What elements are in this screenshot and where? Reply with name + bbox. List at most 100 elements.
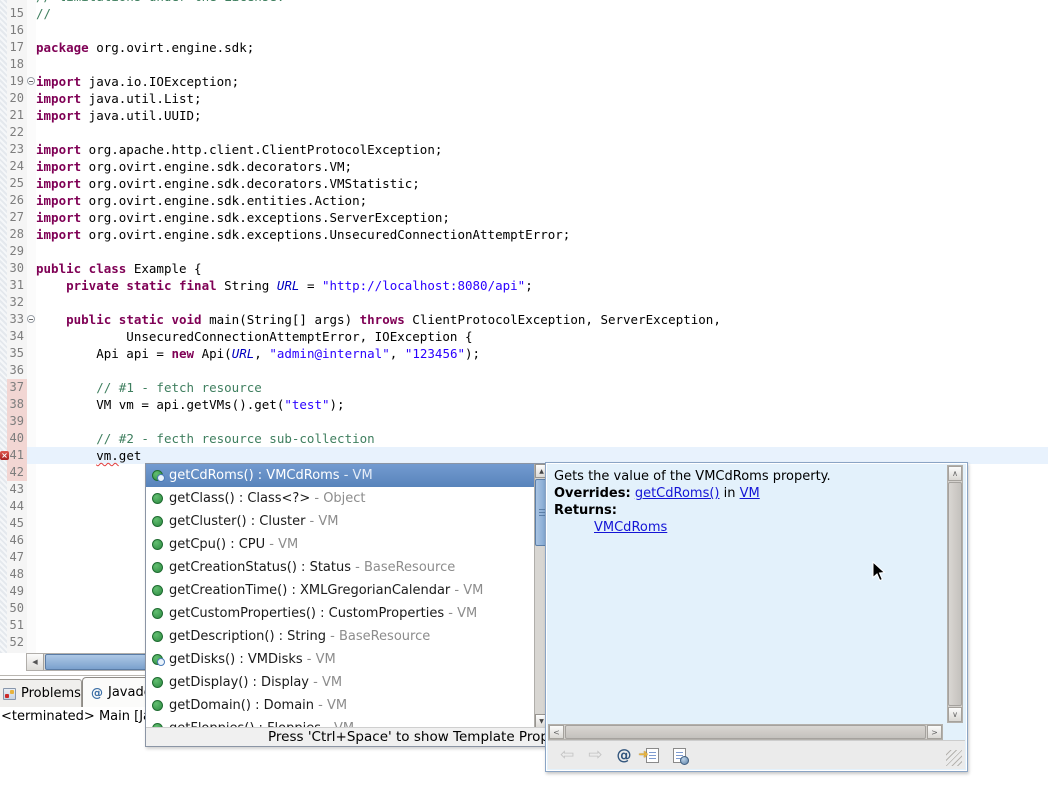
completion-item[interactable]: getCreationStatus() : Status - BaseResou…: [146, 556, 548, 579]
code-line[interactable]: 15//: [0, 5, 1048, 22]
code-line[interactable]: 25import org.ovirt.engine.sdk.decorators…: [0, 175, 1048, 192]
open-declaration-icon[interactable]: ➜: [646, 748, 659, 763]
scrollbar-thumb[interactable]: [565, 725, 926, 739]
fold-column: [27, 532, 36, 549]
returns-type-link[interactable]: VMCdRoms: [594, 520, 667, 535]
code-text: import org.ovirt.engine.sdk.decorators.V…: [36, 158, 1048, 175]
fold-column: [27, 362, 36, 379]
code-line[interactable]: 39: [0, 413, 1048, 430]
code-line[interactable]: 33 public static void main(String[] args…: [0, 311, 1048, 328]
public-method-icon: [152, 700, 163, 711]
chevron-up-icon[interactable]: ∧: [948, 466, 962, 481]
fold-minus-icon[interactable]: [27, 77, 35, 85]
chevron-right-icon[interactable]: >: [927, 725, 942, 739]
code-line[interactable]: 19import java.io.IOException;: [0, 73, 1048, 90]
completion-label: getDisplay() : Display: [169, 675, 309, 690]
console-status-text: <terminated> Main [Ja: [1, 709, 151, 724]
code-line[interactable]: 40 // #2 - fecth resource sub-collection: [0, 430, 1048, 447]
line-number: 18: [7, 56, 27, 73]
completion-label: getCustomProperties() : CustomProperties: [169, 606, 444, 621]
marker-column: [0, 617, 7, 634]
javadoc-toolbar: ⇦ ⇨ @ ➜: [548, 740, 965, 769]
code-line[interactable]: 38 VM vm = api.getVMs().get("test");: [0, 396, 1048, 413]
fold-column: [27, 158, 36, 175]
scroll-left-icon[interactable]: ◀: [27, 654, 44, 670]
fold-column: [27, 617, 36, 634]
marker-column: [0, 549, 7, 566]
resize-grip[interactable]: [946, 750, 962, 766]
fold-column: [27, 379, 36, 396]
line-number: 37: [7, 379, 27, 396]
code-line[interactable]: 27import org.ovirt.engine.sdk.exceptions…: [0, 209, 1048, 226]
chevron-left-icon[interactable]: <: [549, 725, 564, 739]
line-number: 40: [7, 430, 27, 447]
scrollbar-thumb[interactable]: [948, 482, 962, 706]
completion-item[interactable]: getCdRoms() : VMCdRoms - VM: [146, 464, 548, 487]
marker-column: [0, 328, 7, 345]
code-line[interactable]: 20import java.util.List;: [0, 90, 1048, 107]
marker-column: [0, 362, 7, 379]
javadoc-vertical-scrollbar[interactable]: ∧ ∨: [947, 465, 963, 723]
code-line[interactable]: 35 Api api = new Api(URL, "admin@interna…: [0, 345, 1048, 362]
fold-minus-icon[interactable]: [27, 315, 35, 323]
line-number: 36: [7, 362, 27, 379]
code-line[interactable]: 29: [0, 243, 1048, 260]
code-line[interactable]: 16: [0, 22, 1048, 39]
completion-item[interactable]: getClass() : Class<?> - Object: [146, 487, 548, 510]
code-text: import java.util.UUID;: [36, 107, 1048, 124]
fold-column: [27, 464, 36, 481]
code-line[interactable]: 18: [0, 56, 1048, 73]
completion-item[interactable]: getCluster() : Cluster - VM: [146, 510, 548, 533]
javadoc-horizontal-scrollbar[interactable]: < >: [548, 724, 943, 740]
code-text: [36, 243, 1048, 260]
line-number: 25: [7, 175, 27, 192]
code-line[interactable]: 17package org.ovirt.engine.sdk;: [0, 39, 1048, 56]
line-number: 47: [7, 549, 27, 566]
code-line[interactable]: 23import org.apache.http.client.ClientPr…: [0, 141, 1048, 158]
code-line[interactable]: 28import org.ovirt.engine.sdk.exceptions…: [0, 226, 1048, 243]
code-line[interactable]: 36: [0, 362, 1048, 379]
back-icon[interactable]: ⇦: [560, 745, 574, 765]
fold-column: [27, 260, 36, 277]
fold-column: [27, 515, 36, 532]
line-number: 30: [7, 260, 27, 277]
public-method-icon: [152, 493, 163, 504]
completion-item[interactable]: getDomain() : Domain - VM: [146, 694, 548, 717]
line-number: 48: [7, 566, 27, 583]
forward-icon[interactable]: ⇨: [588, 745, 602, 765]
completion-item[interactable]: getDisplay() : Display - VM: [146, 671, 548, 694]
marker-column: [0, 583, 7, 600]
code-line[interactable]: 32: [0, 294, 1048, 311]
chevron-down-icon[interactable]: ∨: [948, 707, 962, 722]
view-tab-bar: Problems @ Javadoc: [0, 676, 165, 707]
completion-item[interactable]: getDescription() : String - BaseResource: [146, 625, 548, 648]
show-attached-javadoc-icon[interactable]: @: [617, 746, 632, 764]
code-line[interactable]: 21 import java.util.UUID;: [0, 107, 1048, 124]
code-line[interactable]: 34 UnsecuredConnectionAttemptError, IOEx…: [0, 328, 1048, 345]
code-line[interactable]: 24import org.ovirt.engine.sdk.decorators…: [0, 158, 1048, 175]
line-number: 45: [7, 515, 27, 532]
code-line[interactable]: 37 // #1 - fetch resource: [0, 379, 1048, 396]
scrollbar-thumb[interactable]: [45, 654, 157, 670]
overrides-class-link[interactable]: VM: [740, 486, 760, 501]
code-line[interactable]: 22: [0, 124, 1048, 141]
completion-item[interactable]: getCustomProperties() : CustomProperties…: [146, 602, 548, 625]
line-number: 21: [7, 107, 27, 124]
fold-column: [27, 175, 36, 192]
open-in-browser-icon[interactable]: [673, 748, 686, 763]
public-method-icon: [152, 608, 163, 619]
tab-problems[interactable]: Problems: [0, 679, 82, 707]
completion-item[interactable]: getCpu() : CPU - VM: [146, 533, 548, 556]
code-line[interactable]: 26import org.ovirt.engine.sdk.entities.A…: [0, 192, 1048, 209]
overrides-method-link[interactable]: getCdRoms(): [635, 486, 720, 501]
code-line[interactable]: 31 private static final String URL = "ht…: [0, 277, 1048, 294]
completion-qualifier: - VM: [444, 606, 477, 621]
completion-item[interactable]: getCreationTime() : XMLGregorianCalendar…: [146, 579, 548, 602]
returns-label: Returns:: [554, 503, 617, 518]
overrides-in-text: in: [720, 486, 740, 501]
line-number: 41: [7, 447, 27, 464]
code-line[interactable]: 30public class Example {: [0, 260, 1048, 277]
code-text: [36, 22, 1048, 39]
fold-column: [27, 141, 36, 158]
completion-item[interactable]: getDisks() : VMDisks - VM: [146, 648, 548, 671]
